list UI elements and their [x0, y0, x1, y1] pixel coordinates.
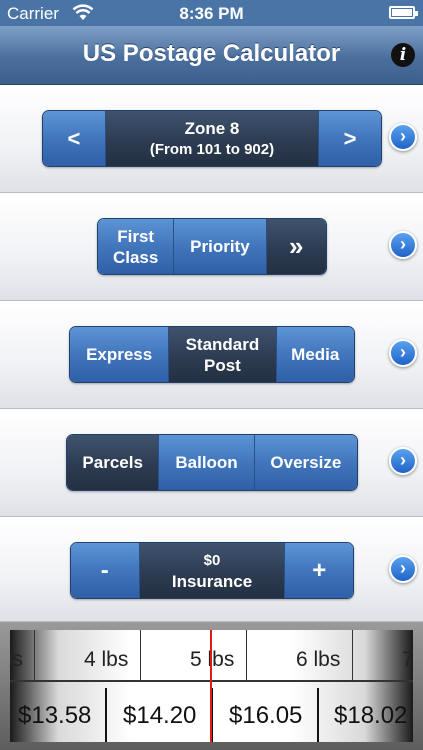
zone-row: < Zone 8 (From 101 to 902) > ›	[0, 85, 423, 193]
battery-icon	[389, 6, 418, 19]
mail-class-row: First Class Priority » ›	[0, 193, 423, 301]
weight-label: 5 lbs	[190, 648, 235, 671]
zone-display: Zone 8 (From 101 to 902)	[104, 111, 319, 166]
price-label: $16.05	[229, 702, 303, 729]
insurance-decrease-button[interactable]: -	[71, 543, 139, 598]
insurance-label: Insurance	[171, 571, 253, 591]
service-row: Express Standard Post Media ›	[0, 301, 423, 409]
insurance-increase-button[interactable]: +	[284, 543, 353, 598]
zone-next-button[interactable]: >	[318, 111, 381, 166]
more-classes-button[interactable]: »	[265, 219, 326, 274]
zone-selector: < Zone 8 (From 101 to 902) >	[42, 110, 382, 167]
priority-button[interactable]: Priority	[173, 219, 266, 274]
parcels-button[interactable]: Parcels	[67, 435, 159, 490]
media-button[interactable]: Media	[275, 327, 354, 382]
weight-label: 6 lbs	[296, 648, 341, 671]
express-button[interactable]: Express	[70, 327, 169, 382]
zone-prev-button[interactable]: <	[43, 111, 105, 166]
ruler-scale[interactable]: lbs 4 lbs 5 lbs 6 lbs 7 $13.58 $14.20 $1…	[10, 630, 413, 742]
status-bar: Carrier 8:36 PM	[0, 0, 423, 26]
navigation-bar: US Postage Calculator i	[0, 26, 423, 85]
price-divider	[105, 688, 107, 742]
price-label: $13.58	[18, 702, 92, 729]
weight-price-ruler[interactable]: lbs 4 lbs 5 lbs 6 lbs 7 $13.58 $14.20 $1…	[0, 622, 423, 750]
ruler-tick	[34, 630, 35, 680]
price-label: $18.02	[334, 702, 408, 729]
parcel-type-selector: Parcels Balloon Oversize	[66, 434, 358, 491]
service-disclosure-icon[interactable]: ›	[389, 339, 417, 367]
standard-post-button[interactable]: Standard Post	[168, 327, 276, 382]
service-selector: Express Standard Post Media	[69, 326, 355, 383]
price-divider	[317, 688, 319, 742]
insurance-disclosure-icon[interactable]: ›	[389, 555, 417, 583]
zone-title: Zone 8	[184, 118, 240, 138]
page-title: US Postage Calculator	[82, 40, 341, 67]
ruler-tick	[140, 630, 141, 680]
insurance-display: $0 Insurance	[138, 543, 285, 598]
first-class-button[interactable]: First Class	[98, 219, 174, 274]
insurance-value: $0	[203, 551, 221, 569]
current-weight-indicator	[210, 630, 212, 742]
weight-label: 4 lbs	[84, 648, 129, 671]
status-time: 8:36 PM	[179, 4, 244, 23]
info-icon[interactable]: i	[391, 43, 415, 67]
parcel-type-row: Parcels Balloon Oversize ›	[0, 409, 423, 517]
ruler-tick	[352, 630, 353, 680]
balloon-button[interactable]: Balloon	[158, 435, 254, 490]
zone-disclosure-icon[interactable]: ›	[389, 123, 417, 151]
insurance-stepper: - $0 Insurance +	[70, 542, 354, 599]
weight-label: lbs	[10, 648, 23, 671]
price-label: $14.20	[123, 702, 197, 729]
zone-range: (From 101 to 902)	[149, 140, 275, 158]
oversize-button[interactable]: Oversize	[253, 435, 357, 490]
mail-class-disclosure-icon[interactable]: ›	[389, 231, 417, 259]
ruler-tick	[246, 630, 247, 680]
mail-class-selector: First Class Priority »	[97, 218, 327, 275]
parcel-type-disclosure-icon[interactable]: ›	[389, 447, 417, 475]
weight-label: 7	[402, 648, 413, 671]
insurance-row: - $0 Insurance + ›	[0, 517, 423, 622]
